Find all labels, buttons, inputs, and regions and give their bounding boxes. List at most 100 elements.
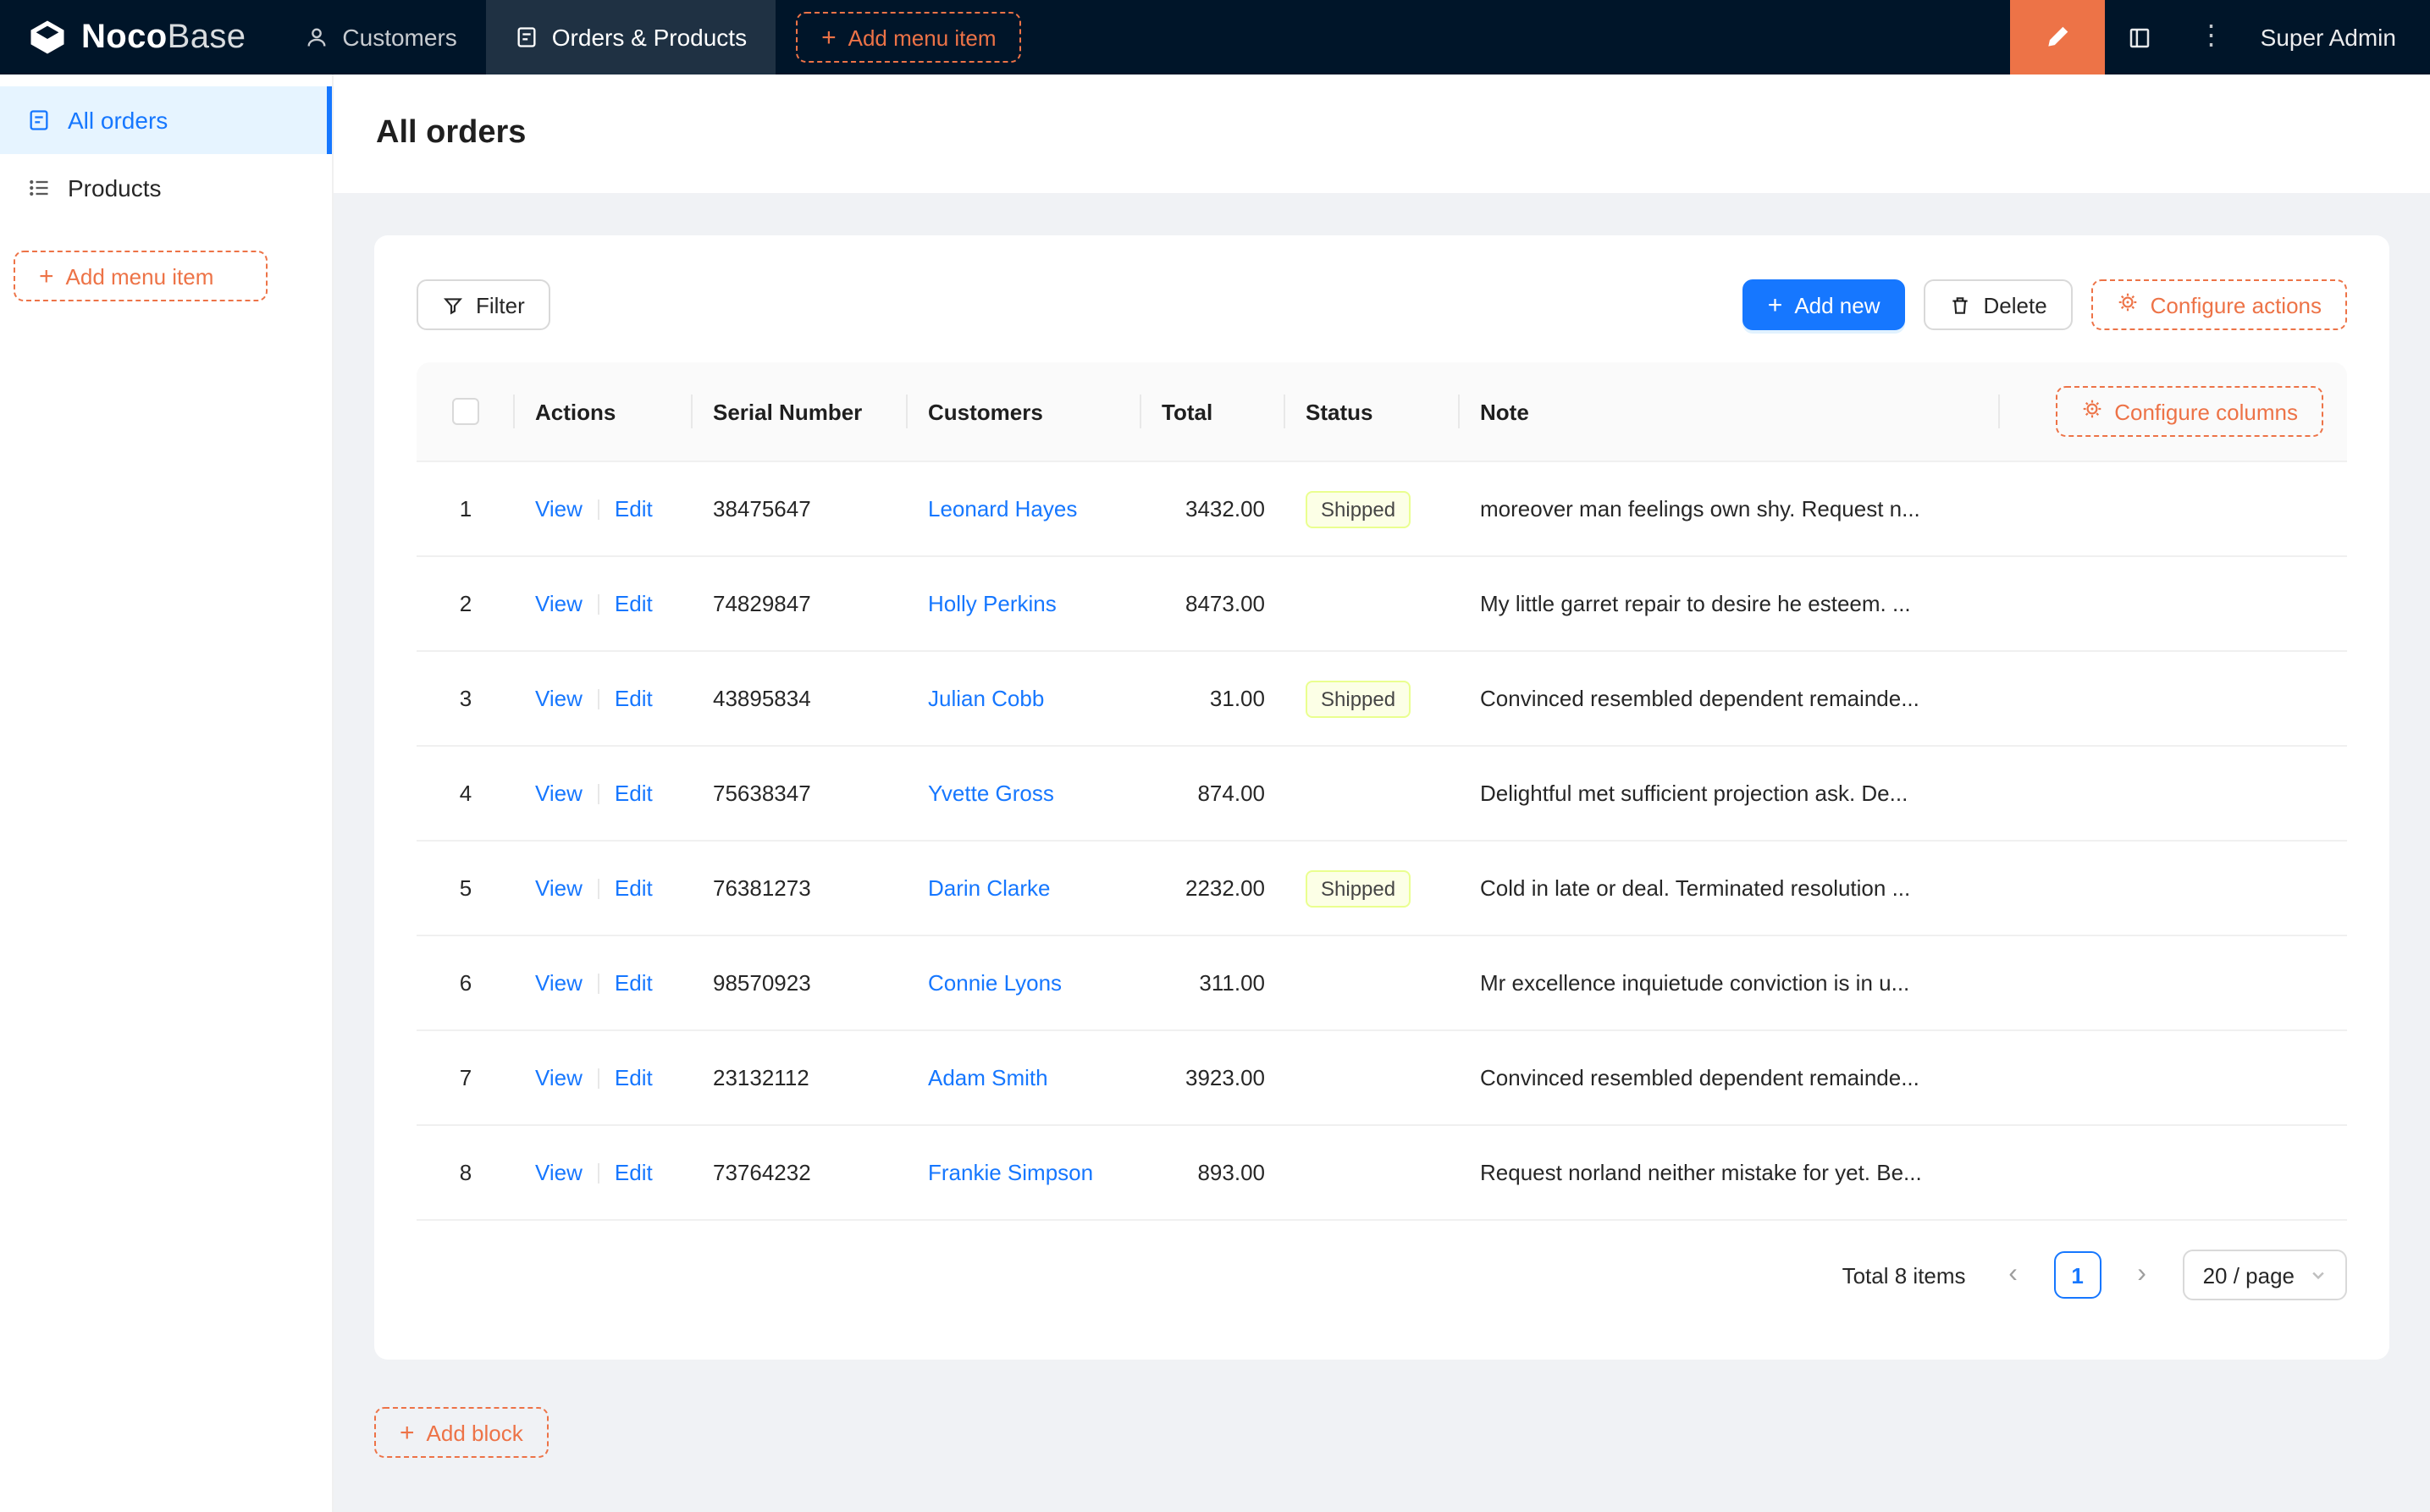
divider <box>597 783 599 803</box>
add-menu-item-label: Add menu item <box>848 25 997 50</box>
row-index: 8 <box>459 1160 472 1185</box>
topbar-right: ⋮ Super Admin <box>2009 0 2430 74</box>
table-row: 5 View Edit 76381273 Darin Clarke 2232.0… <box>417 842 2347 936</box>
edit-link[interactable]: Edit <box>615 875 653 901</box>
filter-label: Filter <box>476 292 525 317</box>
divider <box>597 1162 599 1183</box>
note-cell: Request norland neither mistake for yet.… <box>1480 1160 1922 1185</box>
configure-columns-cell: Configure columns <box>2000 386 2347 437</box>
column-header-note: Note <box>1460 399 2000 424</box>
customer-link[interactable]: Julian Cobb <box>928 686 1044 711</box>
customer-link[interactable]: Connie Lyons <box>928 970 1062 996</box>
customer-link[interactable]: Leonard Hayes <box>928 496 1077 521</box>
row-index: 2 <box>459 591 472 616</box>
filter-button[interactable]: Filter <box>417 279 550 330</box>
note-cell: Mr excellence inquietude conviction is i… <box>1480 970 1910 996</box>
edit-link[interactable]: Edit <box>615 1065 653 1090</box>
pagination-total: Total 8 items <box>1842 1262 1966 1288</box>
delete-button[interactable]: Delete <box>1924 279 2073 330</box>
page-number-button[interactable]: 1 <box>2053 1251 2101 1299</box>
column-header-total: Total <box>1141 399 1285 424</box>
more-button[interactable]: ⋮ <box>2176 0 2247 74</box>
page-content: Filter + Add new Delete Configure action… <box>334 193 2430 1512</box>
edit-link[interactable]: Edit <box>615 591 653 616</box>
edit-link[interactable]: Edit <box>615 686 653 711</box>
collections-button[interactable] <box>2105 0 2176 74</box>
all-orders-icon <box>27 108 51 132</box>
filter-icon <box>442 294 464 316</box>
app-root: NocoBase Customers Orders & Products + A… <box>0 0 2430 1512</box>
configure-columns-button[interactable]: Configure columns <box>2055 386 2323 437</box>
nav-item-orders-products[interactable]: Orders & Products <box>485 0 776 74</box>
sidebar: All orders Products + Add menu item <box>0 74 334 1512</box>
row-actions: View Edit <box>515 970 693 996</box>
customer-link[interactable]: Frankie Simpson <box>928 1160 1093 1185</box>
customer-cell: Adam Smith <box>908 1065 1141 1090</box>
configure-actions-label: Configure actions <box>2150 292 2322 317</box>
collections-icon <box>2130 27 2150 47</box>
edit-link[interactable]: Edit <box>615 970 653 996</box>
nocobase-logo-icon <box>30 20 64 54</box>
customer-link[interactable]: Yvette Gross <box>928 781 1054 806</box>
row-actions: View Edit <box>515 781 693 806</box>
total-cell: 3923.00 <box>1185 1065 1265 1090</box>
prev-page-button[interactable]: ‹ <box>1990 1251 2037 1299</box>
row-actions: View Edit <box>515 496 693 521</box>
note-cell: Delightful met sufficient projection ask… <box>1480 781 1908 806</box>
view-link[interactable]: View <box>535 970 583 996</box>
products-icon <box>27 176 51 200</box>
orders-icon <box>515 25 538 49</box>
gear-icon <box>2080 398 2102 425</box>
view-link[interactable]: View <box>535 686 583 711</box>
user-menu[interactable]: Super Admin <box>2247 24 2430 51</box>
view-link[interactable]: View <box>535 496 583 521</box>
configure-actions-button[interactable]: Configure actions <box>2090 279 2347 330</box>
add-block-button[interactable]: + Add block <box>374 1407 549 1458</box>
table-header: Actions Serial Number Customers Total St… <box>417 362 2347 462</box>
customer-cell: Holly Perkins <box>908 591 1141 616</box>
plus-icon: + <box>39 262 54 290</box>
divider <box>597 593 599 614</box>
sidebar-item-products[interactable]: Products <box>0 154 332 222</box>
total-cell: 31.00 <box>1209 686 1265 711</box>
plus-icon: + <box>821 23 837 52</box>
add-menu-item-button-topbar[interactable]: + Add menu item <box>796 12 1022 63</box>
total-cell: 3432.00 <box>1185 496 1265 521</box>
view-link[interactable]: View <box>535 1160 583 1185</box>
toolbar-actions: + Add new Delete Configure actions <box>1742 279 2347 330</box>
serial-number-cell: 43895834 <box>713 686 811 711</box>
nav-item-label: Orders & Products <box>551 24 748 51</box>
select-all-checkbox[interactable] <box>452 398 479 425</box>
delete-label: Delete <box>1983 292 2047 317</box>
customer-link[interactable]: Adam Smith <box>928 1065 1048 1090</box>
gear-icon <box>2117 291 2139 318</box>
edit-link[interactable]: Edit <box>615 1160 653 1185</box>
sidebar-item-all-orders[interactable]: All orders <box>0 86 332 154</box>
page-title: All orders <box>376 115 527 151</box>
serial-number-cell: 98570923 <box>713 970 811 996</box>
edit-link[interactable]: Edit <box>615 496 653 521</box>
nav-item-customers[interactable]: Customers <box>276 0 485 74</box>
view-link[interactable]: View <box>535 875 583 901</box>
table-row: 2 View Edit 74829847 Holly Perkins 8473.… <box>417 557 2347 652</box>
view-link[interactable]: View <box>535 591 583 616</box>
row-actions: View Edit <box>515 1065 693 1090</box>
orders-table-block: Filter + Add new Delete Configure action… <box>374 235 2389 1360</box>
add-menu-item-button-sidebar[interactable]: + Add menu item <box>14 251 268 301</box>
view-link[interactable]: View <box>535 781 583 806</box>
edit-link[interactable]: Edit <box>615 781 653 806</box>
note-cell: My little garret repair to desire he est… <box>1480 591 1911 616</box>
ui-editor-button[interactable] <box>2009 0 2105 74</box>
view-link[interactable]: View <box>535 1065 583 1090</box>
page-size-select[interactable]: 20 / page <box>2182 1250 2347 1300</box>
logo[interactable]: NocoBase <box>0 0 276 74</box>
divider <box>597 878 599 898</box>
table-row: 3 View Edit 43895834 Julian Cobb 31.00 S… <box>417 652 2347 747</box>
customer-link[interactable]: Darin Clarke <box>928 875 1051 901</box>
logo-secondary: Base <box>167 18 246 55</box>
table-body: 1 View Edit 38475647 Leonard Hayes 3432.… <box>417 462 2347 1221</box>
add-new-button[interactable]: + Add new <box>1742 279 1906 330</box>
next-page-button[interactable]: › <box>2118 1251 2166 1299</box>
add-new-label: Add new <box>1794 292 1880 317</box>
customer-link[interactable]: Holly Perkins <box>928 591 1057 616</box>
